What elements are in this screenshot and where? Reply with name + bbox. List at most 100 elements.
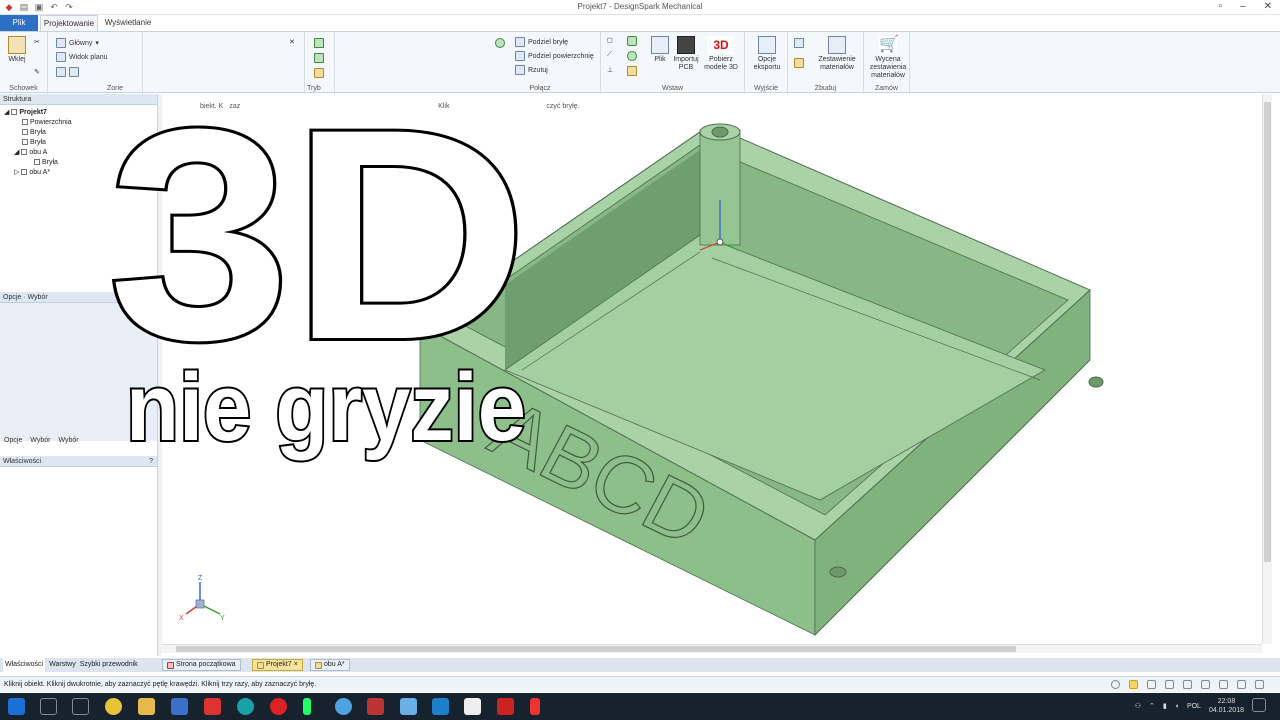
mode-sketch-icon[interactable] bbox=[314, 38, 324, 48]
bricks-icon[interactable] bbox=[794, 58, 804, 68]
status-circle-icon[interactable] bbox=[1111, 680, 1120, 689]
horizontal-scrollbar[interactable] bbox=[162, 644, 1262, 653]
import-pcb-button[interactable]: Importuj PCB bbox=[671, 36, 701, 72]
language-indicator[interactable]: POL bbox=[1187, 703, 1201, 710]
cut-icon[interactable]: ✂ bbox=[34, 38, 40, 46]
explorer-icon[interactable] bbox=[138, 698, 155, 715]
tab-selection[interactable]: Wybór bbox=[28, 437, 52, 444]
screw-hole[interactable] bbox=[436, 319, 454, 331]
zoom-icon[interactable] bbox=[1237, 680, 1246, 689]
start-icon[interactable] bbox=[8, 698, 25, 715]
notifications-icon[interactable] bbox=[1252, 698, 1266, 712]
snap-icon[interactable] bbox=[1201, 680, 1210, 689]
doc-tab-project[interactable]: Projekt7 × bbox=[252, 659, 303, 671]
tab-view[interactable]: Wyświetlanie bbox=[101, 15, 155, 31]
models-3d-button[interactable]: 3D Pobierz modele 3D bbox=[701, 36, 741, 72]
pointer-icon[interactable] bbox=[1165, 680, 1174, 689]
insert-shell-icon[interactable] bbox=[627, 66, 637, 76]
bom-button[interactable]: Zestawienie materiałów bbox=[814, 36, 860, 72]
view-icon[interactable] bbox=[1219, 680, 1228, 689]
status-text: Kliknij obiekt. Kliknij dwukrotnie, aby … bbox=[4, 681, 317, 688]
tree-item[interactable]: Bryła bbox=[4, 158, 72, 168]
insert-plane-icon[interactable]: ◻ bbox=[607, 36, 613, 44]
doc-tab-obu[interactable]: obu A* bbox=[310, 659, 350, 671]
group-order: 🛒 Wycena zestawienia materiałów Zamów bbox=[864, 32, 910, 94]
orient-tools[interactable] bbox=[56, 67, 79, 77]
display-icon[interactable] bbox=[1255, 680, 1264, 689]
format-painter-icon[interactable]: ✎ bbox=[34, 68, 40, 76]
screw-hole[interactable] bbox=[711, 126, 729, 138]
help-icon[interactable]: ? bbox=[149, 456, 153, 467]
pdf-icon[interactable] bbox=[204, 698, 221, 715]
app-icon-flame[interactable] bbox=[530, 698, 540, 715]
tab-selection-2[interactable]: Wybór bbox=[56, 437, 80, 444]
tree-item[interactable]: Powierzchnia bbox=[4, 118, 72, 128]
restore-icon[interactable]: ▫ bbox=[1219, 1, 1223, 12]
select-mode-icon[interactable] bbox=[1147, 680, 1156, 689]
export-options-button[interactable]: Opcje eksportu bbox=[749, 36, 785, 72]
chrome-icon[interactable] bbox=[105, 698, 122, 715]
network-icon[interactable]: ▮ bbox=[1163, 702, 1167, 710]
sketch-close-icon[interactable]: ✕ bbox=[289, 38, 295, 46]
tray-expand-icon[interactable]: ⌃ bbox=[1149, 702, 1155, 710]
warning-icon[interactable] bbox=[1129, 680, 1138, 689]
combine-icon[interactable] bbox=[495, 38, 505, 48]
vertical-scrollbar[interactable] bbox=[1262, 94, 1272, 644]
screw-hole[interactable] bbox=[829, 566, 847, 578]
tree-item[interactable]: Bryła bbox=[4, 128, 72, 138]
tree-item[interactable]: ◢ obu A bbox=[4, 148, 72, 158]
project-button[interactable]: Rzutuj bbox=[515, 65, 548, 75]
designspark-icon[interactable] bbox=[464, 698, 481, 715]
insert-cylinder-icon[interactable] bbox=[627, 36, 637, 46]
title-bar: ◆ ▤ ▣ ↶ ↷ Projekt7 - DesignSpark Mechani… bbox=[0, 0, 1280, 15]
insert-axis-icon[interactable]: ⊥ bbox=[607, 66, 613, 74]
tab-quick-guide[interactable]: Szybki przewodnik bbox=[80, 658, 138, 672]
mode-section-icon[interactable] bbox=[314, 53, 324, 63]
cart-icon: 🛒 bbox=[879, 36, 899, 54]
app-icon-sw[interactable] bbox=[497, 698, 514, 715]
people-icon[interactable]: ⚇ bbox=[1135, 702, 1141, 710]
tab-design[interactable]: Projektowanie bbox=[40, 15, 98, 31]
search-icon[interactable] bbox=[40, 698, 57, 715]
mode-3d-icon[interactable] bbox=[314, 68, 324, 78]
save-app-icon[interactable] bbox=[171, 698, 188, 715]
tree-item[interactable]: Bryła bbox=[4, 138, 72, 148]
arduino-icon[interactable] bbox=[237, 698, 254, 715]
ribbon: Wklej ✂ ✎ Schowek Główny ▾ Widok planu Zo… bbox=[0, 31, 1280, 94]
browser-icon[interactable] bbox=[335, 698, 352, 715]
quote-button[interactable]: 🛒 Wycena zestawienia materiałów bbox=[868, 36, 908, 80]
mail-icon[interactable] bbox=[400, 698, 417, 715]
tools-icon[interactable] bbox=[794, 38, 804, 48]
tree-item[interactable]: ▷ obu A* bbox=[4, 168, 72, 178]
tab-layers[interactable]: Warstwy bbox=[49, 658, 76, 672]
minimize-icon[interactable]: – bbox=[1240, 1, 1246, 12]
home-view-button[interactable]: Główny ▾ bbox=[56, 38, 99, 48]
split-body-button[interactable]: Podziel bryłę bbox=[515, 37, 568, 47]
insert-line-icon[interactable]: ⟋ bbox=[607, 51, 612, 59]
box-select-icon[interactable] bbox=[1183, 680, 1192, 689]
tree-item[interactable]: ◢ Projekt7 bbox=[4, 108, 72, 118]
task-view-icon[interactable] bbox=[72, 698, 89, 715]
paste-button[interactable]: Wklej bbox=[2, 36, 32, 64]
scroll-thumb[interactable] bbox=[176, 646, 1016, 652]
screw-hole[interactable] bbox=[1088, 376, 1104, 388]
doc-tab-start[interactable]: Strona początkowa bbox=[162, 659, 241, 671]
plan-view-button[interactable]: Widok planu bbox=[56, 52, 108, 62]
close-icon[interactable]: ✕ bbox=[1264, 1, 1272, 12]
tab-properties[interactable]: Właściwości bbox=[3, 658, 46, 672]
options-header: Opcje · Wybór bbox=[0, 292, 157, 303]
tab-file[interactable]: Plik bbox=[0, 15, 38, 31]
insert-sphere-icon[interactable] bbox=[627, 51, 637, 61]
split-surface-button[interactable]: Podziel powierzchnię bbox=[515, 51, 594, 61]
app-icon-box[interactable] bbox=[367, 698, 384, 715]
tab-options[interactable]: Opcje bbox=[2, 437, 24, 444]
design-viewport[interactable]: biekt. K zaz Klik czyć bryłę. ABCD Z X Y bbox=[162, 94, 1270, 644]
close-tab-icon[interactable]: × bbox=[294, 659, 298, 671]
app-window: ◆ ▤ ▣ ↶ ↷ Projekt7 - DesignSpark Mechani… bbox=[0, 0, 1280, 720]
app-icon-blue[interactable] bbox=[432, 698, 449, 715]
scroll-thumb[interactable] bbox=[1264, 102, 1271, 562]
clock[interactable]: 22:08 04.01.2018 bbox=[1209, 697, 1244, 715]
app-icon-red[interactable] bbox=[270, 698, 287, 715]
volume-icon[interactable]: ◖ bbox=[1175, 703, 1179, 710]
app-icon-green[interactable] bbox=[303, 698, 311, 715]
